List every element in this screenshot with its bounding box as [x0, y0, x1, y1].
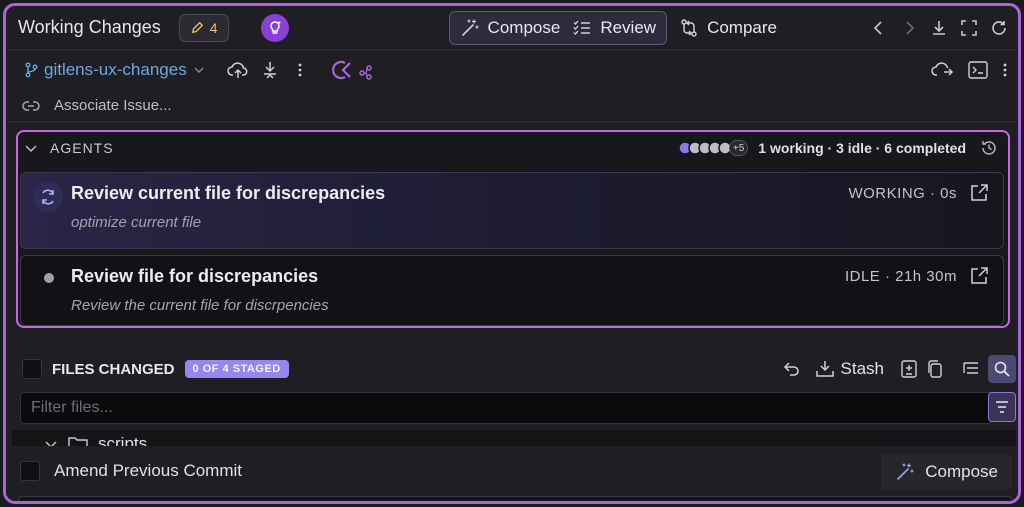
- search-icon[interactable]: [988, 355, 1016, 383]
- agents-avatar-stack: +5: [678, 140, 749, 156]
- agents-summary: 1 working · 3 idle · 6 completed: [758, 140, 966, 156]
- open-external-icon[interactable]: [969, 266, 989, 286]
- sync-spinner-icon: [33, 182, 63, 212]
- folder-icon: [68, 436, 88, 446]
- idle-dot-icon: [43, 272, 55, 284]
- agent-status: IDLE · 21h 30m: [845, 266, 989, 286]
- refresh-icon[interactable]: [990, 19, 1008, 37]
- git-compare-icon: [679, 18, 699, 38]
- filter-options-button[interactable]: [988, 392, 1016, 422]
- working-changes-panel: Working Changes 4 Compose Review Compare…: [3, 3, 1021, 504]
- files-changed-header: FILES CHANGED 0 OF 4 STAGED Stash: [22, 352, 1016, 386]
- folder-name: scripts: [98, 434, 148, 446]
- select-all-checkbox[interactable]: [22, 359, 42, 379]
- chevron-down-icon[interactable]: [193, 64, 205, 76]
- commit-bar: Amend Previous Commit Compose: [6, 446, 1018, 496]
- copy-icon[interactable]: [926, 359, 944, 379]
- agent-status-label: WORKING · 0s: [848, 184, 957, 202]
- compare-label: Compare: [707, 17, 777, 37]
- undo-icon[interactable]: [781, 359, 801, 379]
- stash-icon: [815, 359, 835, 379]
- file-tree-folder-row[interactable]: scripts: [12, 430, 1016, 446]
- git-branch-icon: [24, 62, 38, 78]
- commit-message-input[interactable]: [18, 496, 1012, 501]
- compose-button[interactable]: Compose: [881, 454, 1012, 490]
- stash-label: Stash: [840, 359, 884, 378]
- compose-label: Compose: [925, 462, 998, 481]
- agents-header[interactable]: AGENTS +5 1 working · 3 idle · 6 complet…: [18, 132, 1008, 164]
- chevron-right-icon[interactable]: [900, 19, 918, 37]
- agent-subtitle: Review the current file for discrpencies: [71, 297, 329, 314]
- link-icon: [22, 100, 40, 112]
- files-actions: Stash: [781, 355, 1016, 383]
- cloud-upload-icon[interactable]: [226, 60, 249, 80]
- top-actions: [870, 19, 1008, 37]
- branch-name[interactable]: gitlens-ux-changes: [44, 60, 187, 80]
- agent-item[interactable]: Review file for discrepancies Review the…: [20, 255, 1004, 326]
- magic-wand-icon: [460, 18, 480, 38]
- associate-issue-label: Associate Issue...: [54, 97, 172, 114]
- filter-files-input[interactable]: [20, 392, 992, 424]
- agent-status: WORKING · 0s: [848, 183, 989, 203]
- list-tree-icon[interactable]: [962, 360, 980, 378]
- agent-subtitle: optimize current file: [71, 214, 202, 231]
- page-title: Working Changes: [18, 17, 161, 37]
- changes-count: 4: [209, 19, 218, 36]
- tab-review[interactable]: Review: [600, 18, 656, 38]
- download-icon[interactable]: [930, 19, 948, 37]
- more-vertical-icon[interactable]: [1002, 62, 1008, 78]
- stage-file-icon[interactable]: [900, 359, 918, 379]
- staged-count-badge: 0 OF 4 STAGED: [184, 360, 289, 378]
- top-bar: Working Changes 4 Compose Review Compare: [6, 6, 1018, 50]
- branch-actions: [930, 60, 1008, 80]
- associate-issue-bar[interactable]: Associate Issue...: [6, 90, 1018, 122]
- folder-row: scripts: [44, 434, 147, 446]
- mode-switcher: Compose Review: [448, 10, 668, 45]
- lightbulb-sparkle-icon: [267, 20, 283, 36]
- agents-section: AGENTS +5 1 working · 3 idle · 6 complet…: [16, 130, 1010, 328]
- open-external-icon[interactable]: [969, 183, 989, 203]
- gitlens-graph-icon[interactable]: [331, 59, 373, 81]
- more-vertical-icon[interactable]: [297, 62, 303, 78]
- branch-bar: gitlens-ux-changes: [6, 50, 1018, 90]
- chevron-down-icon[interactable]: [24, 141, 38, 155]
- ai-assist-button[interactable]: [260, 13, 289, 42]
- avatar-overflow-count: +5: [728, 140, 749, 156]
- agent-status-label: IDLE · 21h 30m: [844, 267, 957, 285]
- amend-option[interactable]: Amend Previous Commit: [20, 461, 242, 481]
- terminal-icon[interactable]: [968, 61, 988, 79]
- chevron-down-icon[interactable]: [44, 437, 58, 446]
- compare-button[interactable]: Compare: [679, 18, 777, 38]
- pencil-icon: [190, 21, 204, 35]
- agents-section-title: AGENTS: [50, 140, 114, 156]
- filter-icon: [994, 400, 1010, 414]
- chevron-left-icon[interactable]: [870, 19, 888, 37]
- checklist-icon: [572, 18, 592, 38]
- changes-count-badge[interactable]: 4: [178, 13, 229, 42]
- amend-label: Amend Previous Commit: [54, 461, 243, 480]
- stash-button[interactable]: Stash: [815, 359, 884, 379]
- fetch-icon[interactable]: [261, 60, 279, 80]
- expand-icon[interactable]: [960, 19, 978, 37]
- cloud-sync-icon[interactable]: [930, 60, 954, 80]
- tab-compose[interactable]: Compose: [488, 18, 561, 38]
- history-icon[interactable]: [980, 139, 998, 157]
- magic-wand-icon: [895, 462, 915, 482]
- amend-checkbox[interactable]: [20, 461, 40, 481]
- files-changed-title: FILES CHANGED: [52, 360, 175, 378]
- agent-item[interactable]: Review current file for discrepancies op…: [20, 172, 1004, 249]
